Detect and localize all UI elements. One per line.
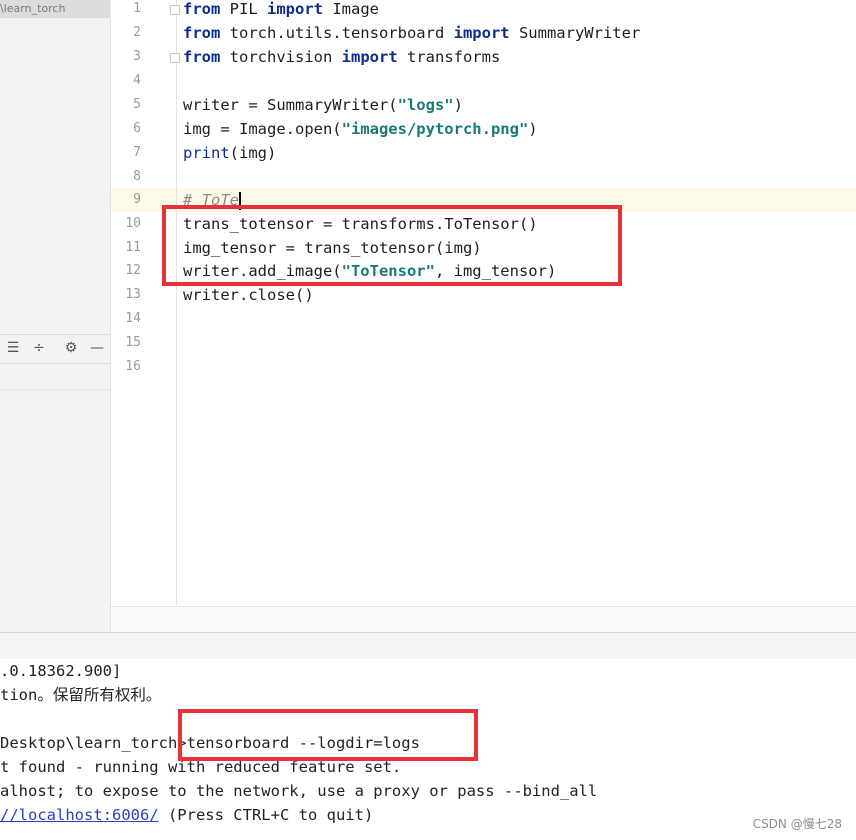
code-text: writer = SummaryWriter( — [183, 96, 398, 114]
code-text: PIL — [220, 0, 267, 18]
code-text: torch.utils.tensorboard — [220, 24, 454, 42]
gutter-separator — [176, 0, 177, 606]
keyword: from — [183, 0, 221, 18]
align-center-icon[interactable]: ☰ — [4, 339, 22, 357]
line-number: 8 — [133, 169, 141, 184]
line-number: 4 — [133, 73, 141, 88]
line-number: 1 — [133, 1, 141, 16]
terminal-text: (Press CTRL+C to quit) — [158, 806, 374, 824]
code-text: writer.close() — [183, 286, 314, 304]
line-number: 15 — [125, 335, 141, 350]
keyword: from — [183, 48, 221, 66]
code-text: SummaryWriter — [509, 24, 641, 42]
line-number: 2 — [133, 25, 141, 40]
line-number: 13 — [125, 287, 141, 302]
terminal-line: alhost; to expose to the network, use a … — [0, 782, 598, 800]
keyword: import — [267, 0, 323, 18]
collapse-icon[interactable]: ÷ — [30, 339, 48, 357]
fold-marker-icon[interactable] — [170, 53, 180, 63]
code-text: (img) — [229, 144, 277, 162]
terminal-line: .0.18362.900] — [0, 662, 122, 680]
watermark: CSDN @慢七28 — [752, 817, 842, 831]
project-sidebar: \learn_torch ☰ ÷ ⚙ — — [0, 0, 111, 632]
fold-marker-icon[interactable] — [170, 5, 180, 15]
code-text: ) — [453, 96, 463, 114]
project-path-label[interactable]: \learn_torch — [0, 0, 110, 18]
sidebar-subheader — [0, 363, 110, 390]
line-number: 16 — [125, 359, 141, 374]
editor-bottom-strip — [111, 606, 856, 633]
string-literal: "images/pytorch.png" — [341, 120, 529, 138]
code-text: Image — [323, 0, 379, 18]
line-number: 12 — [125, 263, 141, 278]
highlight-box-command — [178, 709, 478, 761]
string-literal: "logs" — [397, 96, 454, 114]
code-text: ) — [528, 120, 538, 138]
code-line-2[interactable]: from torch.utils.tensorboard import Summ… — [183, 21, 640, 45]
tensorboard-url-link[interactable]: //localhost:6006/ — [0, 806, 159, 824]
line-number: 7 — [133, 145, 141, 160]
line-number: 14 — [125, 311, 141, 326]
terminal-line: tion。保留所有权利。 — [0, 686, 162, 704]
code-line-1[interactable]: from PIL import Image — [183, 0, 379, 21]
keyword: from — [183, 24, 221, 42]
line-number: 9 — [133, 192, 141, 207]
code-line-7[interactable]: print(img) — [183, 141, 276, 165]
terminal-url-line: //localhost:6006/ (Press CTRL+C to quit) — [0, 803, 373, 827]
code-line-3[interactable]: from torchvision import transforms — [183, 45, 500, 69]
builtin-function: print — [183, 144, 230, 162]
minimize-icon[interactable]: — — [88, 339, 106, 357]
line-number: 5 — [133, 97, 141, 112]
code-text: img = Image.open( — [183, 120, 342, 138]
keyword: import — [453, 24, 510, 42]
line-number: 3 — [133, 49, 141, 64]
highlight-box-code — [162, 205, 622, 286]
keyword: import — [341, 48, 398, 66]
code-line-5[interactable]: writer = SummaryWriter("logs") — [183, 93, 463, 117]
line-number: 11 — [125, 240, 141, 255]
terminal-panel-header — [0, 632, 856, 660]
code-line-6[interactable]: img = Image.open("images/pytorch.png") — [183, 117, 538, 141]
code-line-13[interactable]: writer.close() — [183, 283, 314, 307]
code-text: transforms — [397, 48, 501, 66]
line-number: 10 — [125, 216, 141, 231]
sidebar-toolbar: ☰ ÷ ⚙ — — [0, 334, 110, 364]
line-number: 6 — [133, 121, 141, 136]
gear-icon[interactable]: ⚙ — [62, 339, 80, 357]
code-text: torchvision — [220, 48, 342, 66]
